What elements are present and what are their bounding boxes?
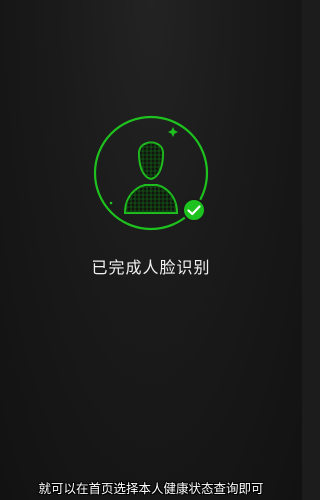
recognition-status-text: 已完成人脸识别 (91, 258, 211, 277)
sparkle-icon (168, 127, 178, 137)
video-caption: 就可以在首页选择本人健康状态查询即可 (38, 481, 264, 496)
face-recognition-screen: 已完成人脸识别 就可以在首页选择本人健康状态查询即可 (0, 0, 302, 500)
check-icon (182, 198, 206, 222)
face-scan-graphic (91, 115, 211, 235)
dot-decoration (109, 201, 113, 205)
person-silhouette-icon (123, 141, 179, 214)
